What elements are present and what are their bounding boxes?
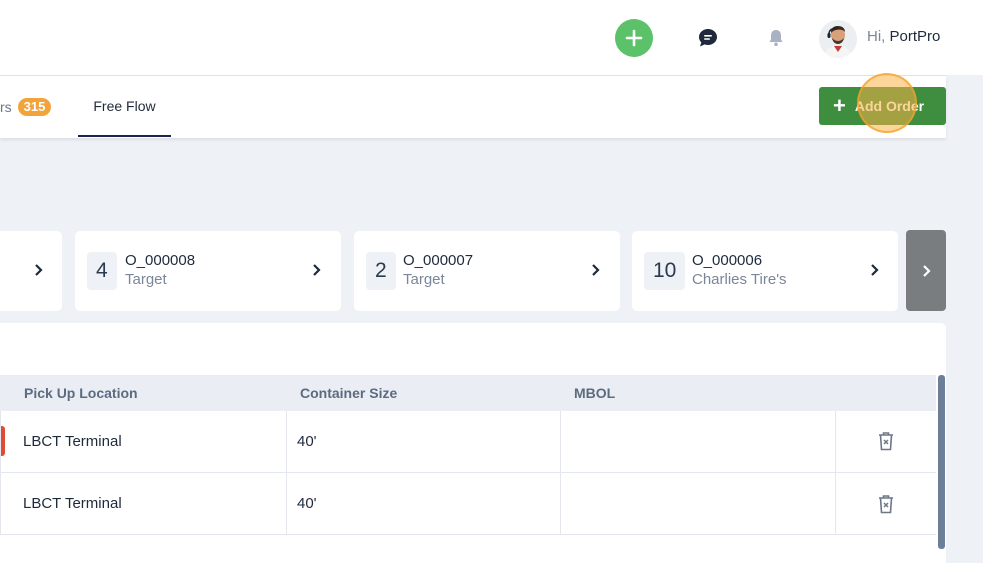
- order-card-count: 10: [644, 252, 686, 290]
- chat-icon: [699, 29, 717, 47]
- order-card-partial[interactable]: [0, 231, 62, 311]
- table-header: Pick Up Location Container Size MBOL: [0, 375, 936, 411]
- table-row[interactable]: LBCT Terminal 40': [0, 473, 936, 535]
- chevron-right-icon: [592, 264, 600, 276]
- table-row[interactable]: LBCT Terminal 40': [0, 411, 936, 473]
- order-card-id: O_000007: [403, 252, 474, 269]
- tab-free-flow-label: Free Flow: [93, 97, 156, 114]
- order-card-customer: Target: [403, 271, 445, 288]
- greeting-prefix: Hi,: [867, 28, 886, 45]
- order-card-customer: Charlies Tire's: [692, 271, 787, 288]
- order-card[interactable]: 10 O_000006 Charlies Tire's: [632, 231, 898, 311]
- cell-container-size: 40': [287, 473, 561, 534]
- chevron-right-icon: [923, 264, 931, 277]
- tab-orders-count-badge: 315: [17, 98, 52, 116]
- column-header-mbol[interactable]: MBOL: [574, 385, 615, 401]
- cards-next-button[interactable]: [906, 230, 946, 311]
- column-header-container-size[interactable]: Container Size: [300, 385, 397, 401]
- column-header-pickup-location[interactable]: Pick Up Location: [24, 385, 138, 401]
- messages-button[interactable]: [696, 26, 720, 50]
- table-scrollbar[interactable]: [938, 375, 945, 549]
- tab-orders-label: rs: [0, 99, 12, 115]
- cell-mbol: [561, 411, 836, 472]
- add-order-button[interactable]: + Add Order: [819, 87, 946, 125]
- user-name: PortPro: [889, 28, 941, 45]
- notifications-button[interactable]: [765, 27, 787, 49]
- order-card-customer: Target: [125, 271, 167, 288]
- chevron-right-icon: [871, 264, 879, 276]
- user-greeting[interactable]: Hi, PortPro: [867, 28, 940, 45]
- quick-add-button[interactable]: [615, 19, 653, 57]
- plus-icon: +: [833, 93, 846, 118]
- order-card-count: 2: [366, 252, 396, 290]
- order-card-id: O_000008: [125, 252, 196, 269]
- chevron-right-icon: [313, 264, 321, 276]
- add-order-label: Add Order: [854, 98, 925, 114]
- avatar-image: [819, 20, 857, 58]
- cell-container-size: 40': [287, 411, 561, 472]
- cell-mbol: [561, 473, 836, 534]
- avatar[interactable]: [819, 20, 857, 58]
- cell-pickup-location: LBCT Terminal: [0, 411, 287, 472]
- order-card-id: O_000006: [692, 252, 763, 269]
- plus-icon: [625, 29, 643, 47]
- cell-pickup-location: LBCT Terminal: [0, 473, 287, 534]
- tab-free-flow[interactable]: Free Flow: [78, 76, 171, 137]
- order-card[interactable]: 4 O_000008 Target: [75, 231, 341, 311]
- tab-orders[interactable]: rs 315: [0, 98, 52, 116]
- trash-icon[interactable]: [877, 494, 895, 514]
- bell-icon: [769, 30, 783, 47]
- trash-icon[interactable]: [877, 431, 895, 451]
- order-card-count: 4: [87, 252, 117, 290]
- order-card[interactable]: 2 O_000007 Target: [354, 231, 620, 311]
- chevron-right-icon: [35, 264, 43, 276]
